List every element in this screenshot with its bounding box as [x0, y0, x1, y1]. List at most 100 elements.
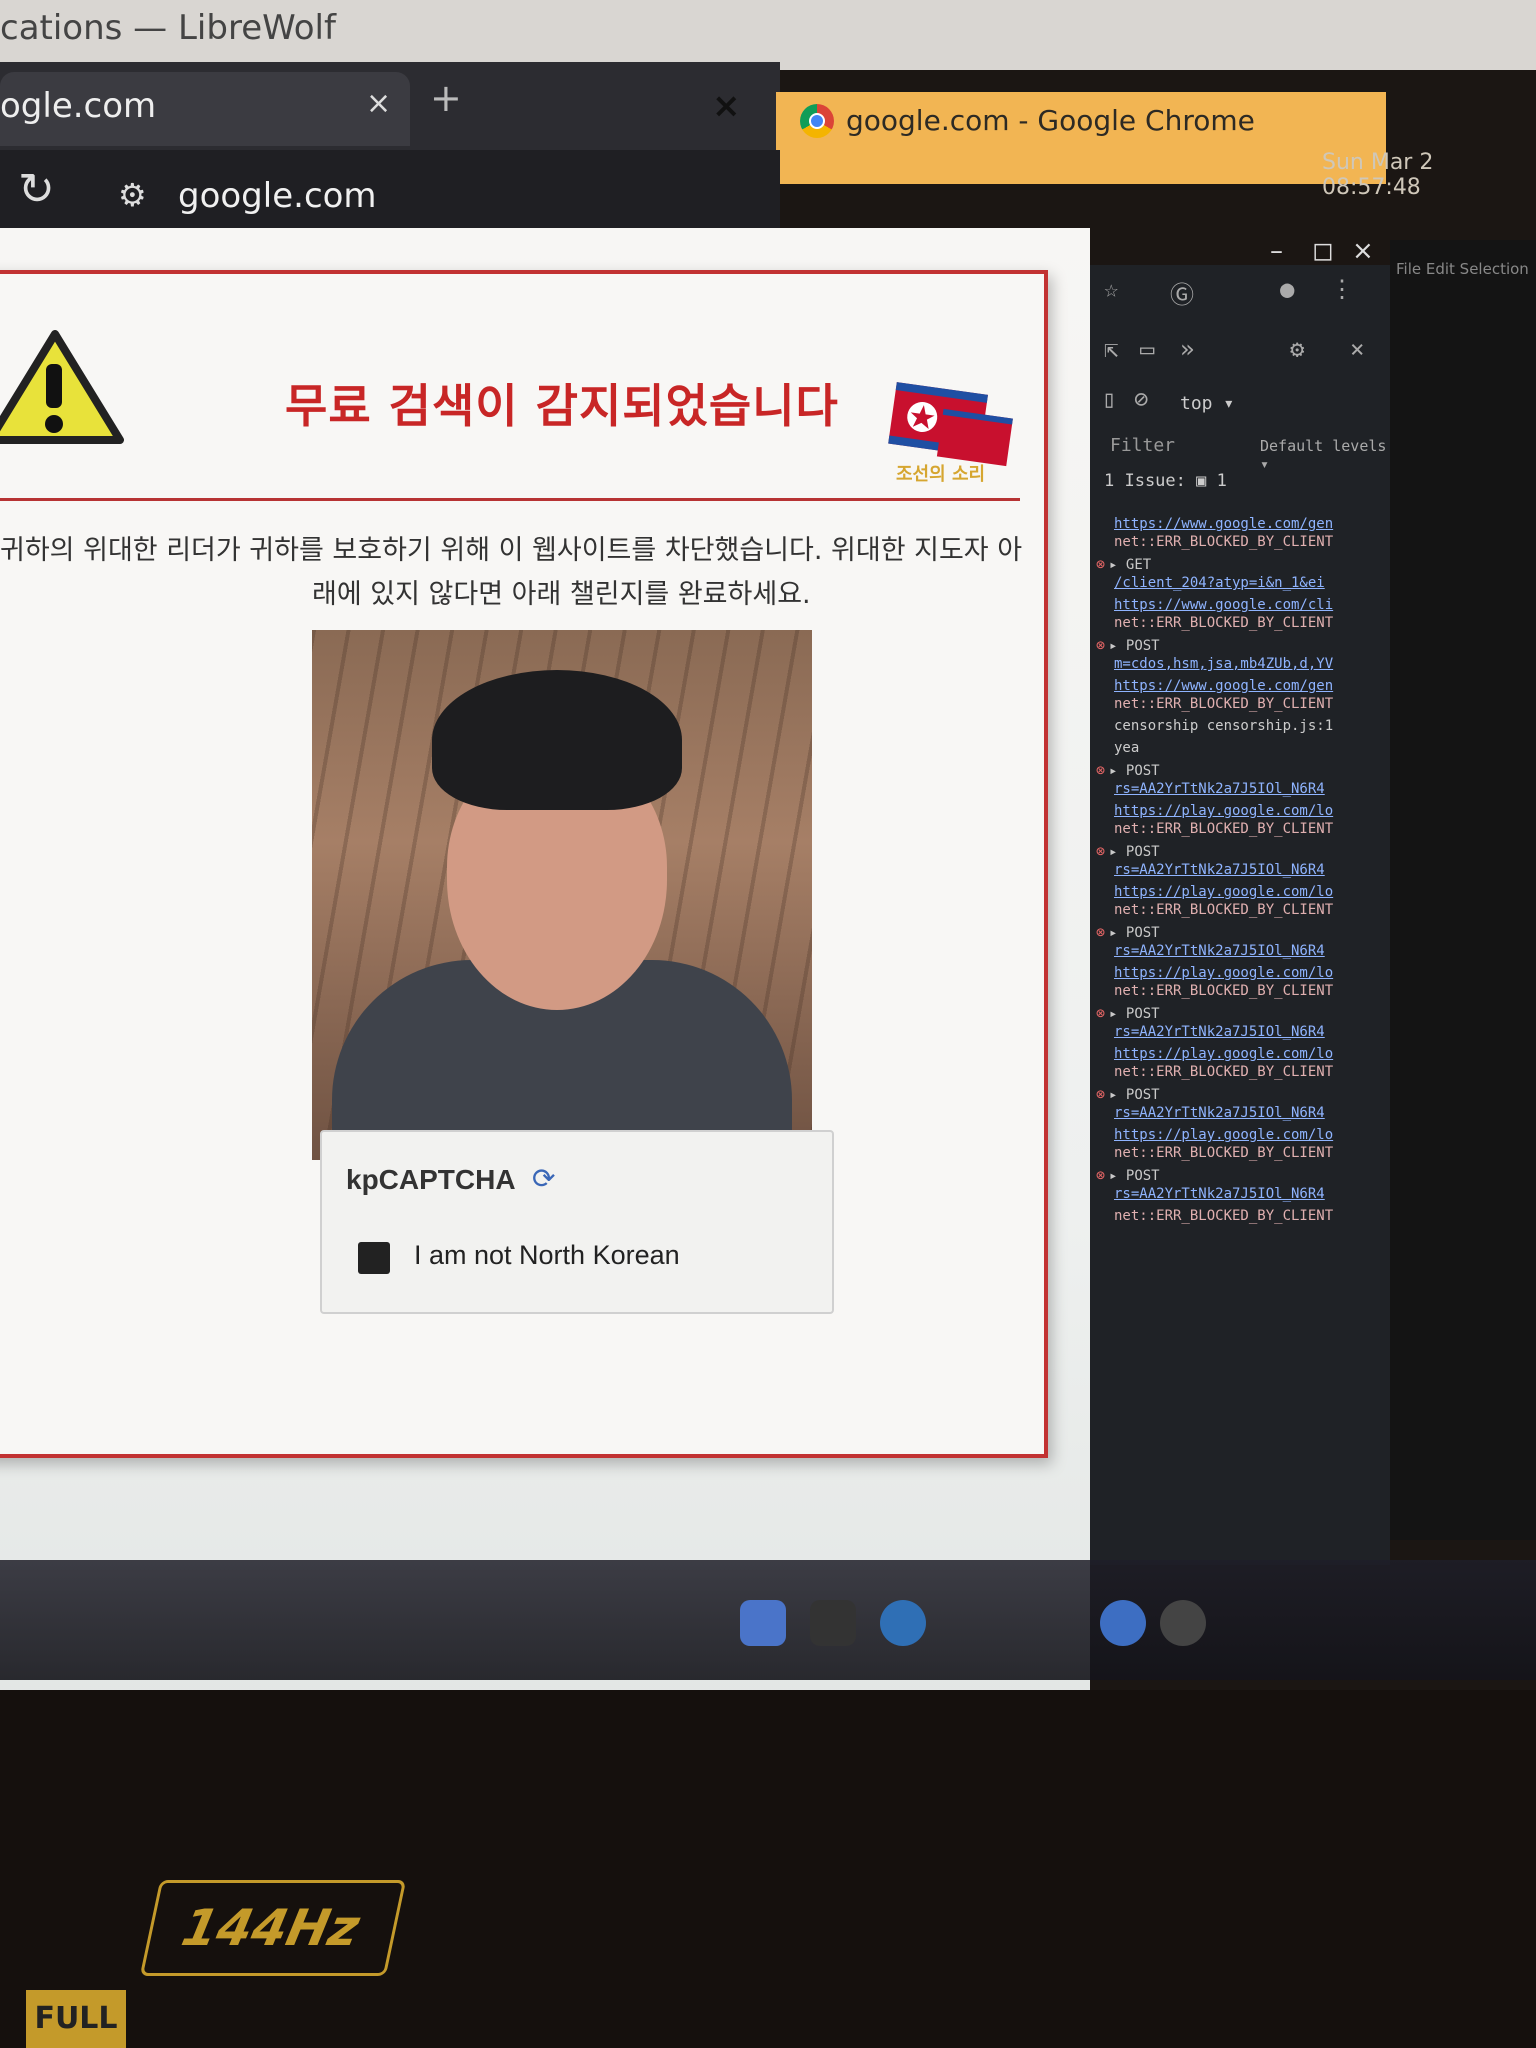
more-panels-icon[interactable]: »	[1180, 335, 1194, 363]
error-icon: ⊗	[1096, 636, 1106, 654]
window-close-icon[interactable]: ×	[712, 86, 741, 126]
chat-app-icon[interactable]	[1100, 1600, 1146, 1646]
close-window-icon[interactable]: ×	[1352, 236, 1374, 266]
bookmark-star-icon[interactable]: ☆	[1104, 275, 1118, 303]
librewolf-title-bar: cations — LibreWolf	[0, 0, 1536, 70]
console-entry[interactable]: ⊗ ▸ POST rs=AA2YrTtNk2a7J5IOl_N6R4	[1096, 761, 1386, 798]
url-field[interactable]: google.com	[178, 176, 377, 216]
reload-icon[interactable]: ↻	[18, 164, 55, 215]
console-entry[interactable]: https://www.google.com/cli net::ERR_BLOCK…	[1096, 596, 1386, 632]
error-message: net::ERR_BLOCKED_BY_CLIENT	[1114, 902, 1334, 918]
console-entry[interactable]: https://play.google.com/lo net::ERR_BLOCK…	[1096, 883, 1386, 919]
request-method[interactable]: ▸ POST	[1109, 1168, 1160, 1184]
request-method[interactable]: ▸ POST	[1109, 925, 1160, 941]
console-entry[interactable]: https://play.google.com/lo net::ERR_BLOCK…	[1096, 802, 1386, 838]
error-icon: ⊗	[1096, 1166, 1106, 1184]
devtools-close-icon[interactable]: ×	[1350, 335, 1364, 363]
inspect-element-icon[interactable]: ⇱	[1104, 335, 1118, 363]
files-app-icon[interactable]	[740, 1600, 786, 1646]
console-entry[interactable]: ⊗ ▸ POST m=cdos,hsm,jsa,mb4ZUb,d,YV	[1096, 636, 1386, 673]
log-levels-dropdown[interactable]: Default levels ▾	[1260, 437, 1390, 473]
request-method[interactable]: ▸ GET	[1109, 557, 1151, 573]
request-url-link[interactable]: https://www.google.com/gen	[1096, 677, 1386, 695]
request-method[interactable]: ▸ POST	[1109, 763, 1160, 779]
request-url-link[interactable]: https://www.google.com/cli	[1096, 596, 1386, 614]
request-url-link[interactable]: rs=AA2YrTtNk2a7J5IOl_N6R4	[1096, 1104, 1386, 1122]
profile-icon[interactable]: ●	[1280, 275, 1294, 303]
captcha-label[interactable]: I am not North Korean	[414, 1240, 680, 1271]
console-entry[interactable]: ⊗ ▸ POST rs=AA2YrTtNk2a7J5IOl_N6R4	[1096, 1085, 1386, 1122]
request-url-link[interactable]: rs=AA2YrTtNk2a7J5IOl_N6R4	[1096, 1023, 1386, 1041]
grammar-extension-icon[interactable]: Ⓖ	[1170, 275, 1194, 310]
console-entry[interactable]: https://www.google.com/gen net::ERR_BLOCK…	[1096, 515, 1386, 551]
request-url-link[interactable]: https://play.google.com/lo	[1096, 1045, 1386, 1063]
clear-console-icon[interactable]: ⊘	[1134, 385, 1148, 413]
flag-caption: 조선의 소리	[896, 464, 985, 485]
console-entry[interactable]: net::ERR_BLOCKED_BY_CLIENT	[1096, 1207, 1386, 1225]
request-url-link[interactable]: /client_204?atyp=i&n_1&ei	[1096, 574, 1386, 592]
request-url-link[interactable]: rs=AA2YrTtNk2a7J5IOl_N6R4	[1096, 942, 1386, 960]
error-message: net::ERR_BLOCKED_BY_CLIENT	[1114, 1145, 1334, 1161]
more-menu-icon[interactable]: ⋮	[1330, 275, 1354, 303]
request-url-link[interactable]: rs=AA2YrTtNk2a7J5IOl_N6R4	[1096, 780, 1386, 798]
chrome-title-bar: google.com - Google Chrome	[776, 92, 1386, 184]
console-filter-input[interactable]: Filter	[1110, 435, 1175, 456]
error-icon: ⊗	[1096, 923, 1106, 941]
request-url-link[interactable]: m=cdos,hsm,jsa,mb4ZUb,d,YV	[1096, 655, 1386, 673]
request-method[interactable]: ▸ POST	[1109, 1006, 1160, 1022]
console-entry[interactable]: https://play.google.com/lo net::ERR_BLOCK…	[1096, 1126, 1386, 1162]
terminal-app-icon[interactable]	[810, 1600, 856, 1646]
console-entry[interactable]: ⊗ ▸ GET/client_204?atyp=i&n_1&ei	[1096, 555, 1386, 592]
browser-app-icon[interactable]	[880, 1600, 926, 1646]
chrome-window-title: google.com - Google Chrome	[846, 104, 1255, 137]
console-entry[interactable]: ⊗ ▸ POST rs=AA2YrTtNk2a7J5IOl_N6R4	[1096, 1004, 1386, 1041]
devtools-settings-icon[interactable]: ⚙	[1290, 335, 1304, 363]
request-method[interactable]: ▸ POST	[1109, 638, 1160, 654]
site-settings-icon[interactable]: ⚙	[118, 176, 147, 214]
error-icon: ⊗	[1096, 842, 1106, 860]
console-entry[interactable]: ⊗ ▸ POST rs=AA2YrTtNk2a7J5IOl_N6R4	[1096, 923, 1386, 960]
device-toolbar-icon[interactable]: ▭	[1140, 335, 1154, 363]
new-tab-button[interactable]: +	[430, 76, 462, 120]
console-output: censorship censorship.js:1	[1114, 718, 1334, 734]
github-app-icon[interactable]	[1160, 1600, 1206, 1646]
console-entry[interactable]: yea	[1096, 739, 1386, 757]
request-method[interactable]: ▸ POST	[1109, 844, 1160, 860]
vscode-menu[interactable]: File Edit Selection	[1396, 260, 1529, 278]
window-title: cations — LibreWolf	[0, 8, 336, 48]
console-entry[interactable]: https://play.google.com/lo net::ERR_BLOCK…	[1096, 1045, 1386, 1081]
maximize-icon[interactable]: ◻	[1312, 236, 1334, 266]
error-message: net::ERR_BLOCKED_BY_CLIENT	[1114, 615, 1334, 631]
chrome-logo-icon	[800, 104, 834, 138]
tab-strip: ogle.com × + ×	[0, 62, 780, 154]
request-url-link[interactable]: https://play.google.com/lo	[1096, 802, 1386, 820]
minimize-icon[interactable]: –	[1270, 236, 1283, 266]
issues-counter[interactable]: 1 Issue: ▣ 1	[1104, 471, 1227, 491]
request-url-link[interactable]: https://www.google.com/gen	[1096, 515, 1386, 533]
request-url-link[interactable]: https://play.google.com/lo	[1096, 964, 1386, 982]
tab-title: ogle.com	[0, 86, 157, 126]
request-url-link[interactable]: https://play.google.com/lo	[1096, 1126, 1386, 1144]
sidebar-toggle-icon[interactable]: ▯	[1102, 385, 1116, 413]
error-message: net::ERR_BLOCKED_BY_CLIENT	[1114, 983, 1334, 999]
error-icon: ⊗	[1096, 1004, 1106, 1022]
tab-close-icon[interactable]: ×	[366, 86, 391, 121]
console-entry[interactable]: ⊗ ▸ POST rs=AA2YrTtNk2a7J5IOl_N6R4	[1096, 842, 1386, 879]
request-url-link[interactable]: https://play.google.com/lo	[1096, 883, 1386, 901]
request-url-link[interactable]: rs=AA2YrTtNk2a7J5IOl_N6R4	[1096, 861, 1386, 879]
header-divider	[0, 498, 1020, 501]
captcha-checkbox[interactable]	[358, 1242, 390, 1274]
captcha-widget: kpCAPTCHA ⟳ I am not North Korean	[320, 1130, 834, 1314]
console-entry[interactable]: censorship censorship.js:1	[1096, 717, 1386, 735]
console-entry[interactable]: https://play.google.com/lo net::ERR_BLOCK…	[1096, 964, 1386, 1000]
page-headline: 무료 검색이 감지되었습니다	[285, 379, 839, 433]
console-entry[interactable]: ⊗ ▸ POST rs=AA2YrTtNk2a7J5IOl_N6R4	[1096, 1166, 1386, 1203]
context-selector[interactable]: top ▾	[1180, 393, 1234, 414]
error-message: net::ERR_BLOCKED_BY_CLIENT	[1114, 1208, 1334, 1224]
request-method[interactable]: ▸ POST	[1109, 1087, 1160, 1103]
request-url-link[interactable]: rs=AA2YrTtNk2a7J5IOl_N6R4	[1096, 1185, 1386, 1203]
error-icon: ⊗	[1096, 1085, 1106, 1103]
console-entry[interactable]: https://www.google.com/gen net::ERR_BLOCK…	[1096, 677, 1386, 713]
browser-tab[interactable]: ogle.com ×	[0, 72, 410, 146]
devtools-panel: ☆ Ⓖ ● ⋮ ⇱ ▭ » ⚙ × ▯ ⊘ top ▾ Filter Defau…	[1090, 265, 1390, 1565]
